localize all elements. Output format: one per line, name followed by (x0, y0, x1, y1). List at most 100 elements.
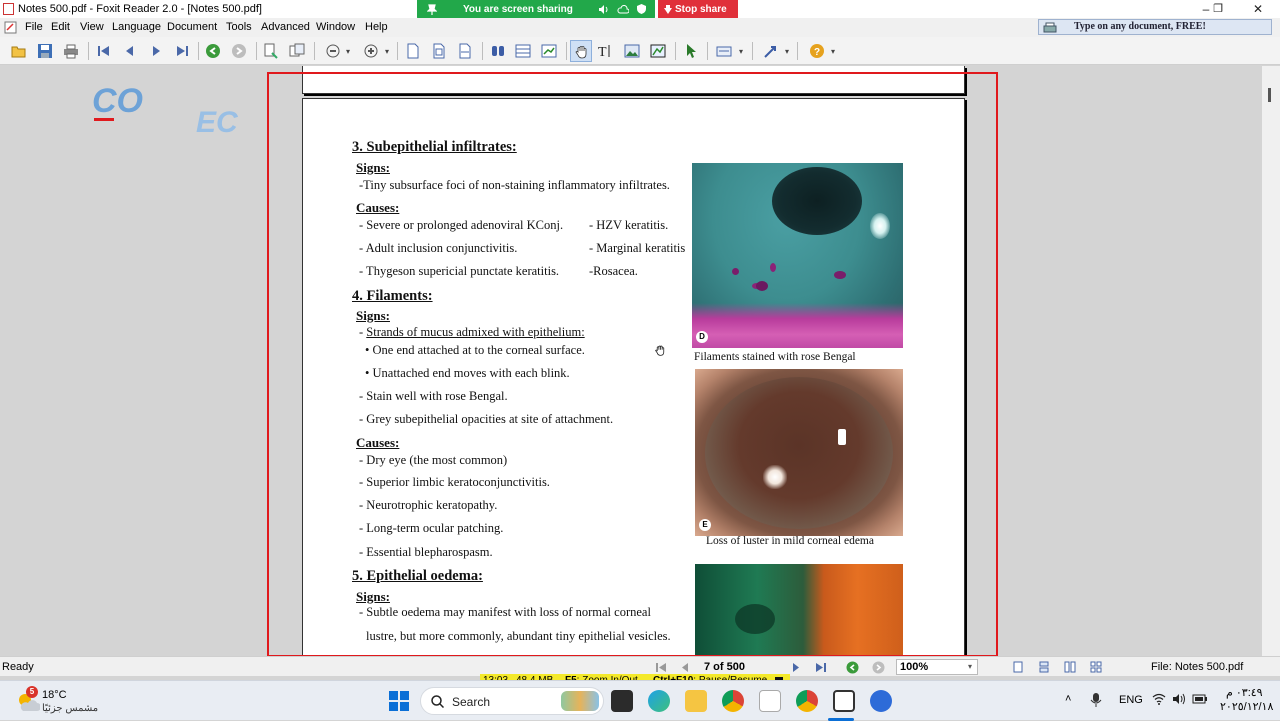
app-menu-icon[interactable] (4, 21, 17, 34)
clock-time[interactable]: ٠٣:٤٩ م (1226, 686, 1263, 699)
zoom-dropdown-icon: ▾ (968, 662, 973, 671)
vertical-scrollbar[interactable] (1262, 66, 1280, 656)
menu-tools[interactable]: Tools (226, 21, 252, 33)
previous-page-icon[interactable] (680, 662, 690, 673)
screen-sharing-bar: You are screen sharing (417, 0, 655, 19)
go-back-icon[interactable] (846, 661, 859, 674)
svg-text:?: ? (814, 47, 820, 58)
windows-start-icon[interactable] (389, 691, 409, 711)
taskbar-search[interactable]: Search (420, 687, 604, 715)
weather-widget[interactable]: 5 18°C مشمس جزئيًا (12, 686, 122, 717)
pin-icon[interactable] (427, 4, 437, 15)
ad-text: Type on any document, FREE! (1074, 21, 1206, 32)
zoom-out-icon[interactable] (325, 43, 341, 59)
page-indicator[interactable]: 7 of 500 (704, 661, 745, 673)
menu-document[interactable]: Document (167, 21, 217, 33)
close-button[interactable]: ✕ (1248, 2, 1268, 16)
open-icon[interactable] (11, 43, 27, 59)
menu-advanced[interactable]: Advanced (261, 21, 310, 33)
stop-share-button[interactable]: Stop share (658, 0, 738, 19)
help-icon[interactable]: ? (809, 43, 825, 59)
comment-tools-icon[interactable] (716, 43, 732, 59)
ad-banner[interactable]: Type on any document, FREE! (1038, 19, 1272, 35)
zoom-in-dropdown-icon[interactable]: ▾ (385, 47, 389, 56)
drawing-tools-icon[interactable] (763, 43, 779, 59)
wifi-icon[interactable] (1152, 693, 1166, 705)
zoom-app-icon[interactable] (870, 690, 892, 712)
chrome-icon[interactable] (722, 690, 744, 712)
stop-icon (664, 5, 672, 14)
single-page-view-icon[interactable] (515, 43, 531, 59)
menu-help[interactable]: Help (365, 21, 388, 33)
edge-browser-icon[interactable] (648, 690, 670, 712)
help-dropdown-icon[interactable]: ▾ (831, 47, 835, 56)
search-label: Search (452, 695, 491, 709)
extract-page-icon[interactable] (263, 43, 279, 59)
go-forward-icon[interactable] (872, 661, 885, 674)
first-page-icon[interactable] (96, 43, 112, 59)
menu-view[interactable]: View (80, 21, 104, 33)
status-bar: Ready 7 of 500 100% ▾ File: Notes 500.pd… (0, 656, 1280, 676)
hand-tool-button[interactable] (570, 40, 592, 62)
volume-icon[interactable] (1172, 693, 1186, 705)
file-explorer-icon[interactable] (685, 690, 707, 712)
fit-width-icon[interactable] (457, 43, 473, 59)
restore-button[interactable]: ❐ (1208, 2, 1228, 16)
notepad-icon[interactable] (833, 690, 855, 712)
facing-layout-icon[interactable] (1064, 661, 1076, 673)
save-icon[interactable] (37, 43, 53, 59)
actual-size-icon[interactable] (405, 43, 421, 59)
select-text-icon[interactable]: T (598, 43, 614, 59)
zoom-in-icon[interactable] (363, 43, 379, 59)
language-indicator[interactable]: ENG (1119, 694, 1143, 706)
cloud-icon[interactable] (617, 4, 629, 15)
search-icon (431, 695, 444, 708)
watermark-text-1: CO (92, 82, 143, 120)
previous-page-icon[interactable] (122, 43, 138, 59)
speaker-icon[interactable] (598, 4, 609, 15)
continuous-layout-icon[interactable] (1038, 661, 1050, 673)
chrome-profile-icon[interactable] (796, 690, 818, 712)
continuous-facing-layout-icon[interactable] (1090, 661, 1102, 673)
next-page-icon[interactable] (791, 662, 801, 673)
snapshot-tool-icon[interactable] (650, 43, 666, 59)
zoom-value: 100% (900, 661, 929, 673)
select-annotation-icon[interactable] (683, 43, 699, 59)
comment-tools-dropdown-icon[interactable]: ▾ (739, 47, 743, 56)
zoom-select[interactable]: 100% ▾ (896, 659, 978, 675)
clock-date[interactable]: ٢٠٢٥/١٢/١٨ (1220, 700, 1273, 713)
snapshot-icon[interactable] (289, 43, 305, 59)
continuous-view-icon[interactable] (541, 43, 557, 59)
drawing-tools-dropdown-icon[interactable]: ▾ (785, 47, 789, 56)
first-page-icon[interactable] (655, 662, 667, 673)
show-hidden-icons[interactable]: ˄ (1065, 693, 1071, 705)
go-back-icon[interactable] (205, 43, 221, 59)
last-page-icon[interactable] (815, 662, 827, 673)
select-image-icon[interactable] (624, 43, 640, 59)
print-icon[interactable] (63, 43, 79, 59)
weather-temp: 18°C (42, 689, 67, 701)
microphone-icon[interactable] (1090, 692, 1102, 708)
find-icon[interactable] (490, 43, 506, 59)
menu-edit[interactable]: Edit (51, 21, 70, 33)
shield-icon[interactable] (636, 3, 647, 15)
fit-page-icon[interactable] (431, 43, 447, 59)
menu-language[interactable]: Language (112, 21, 161, 33)
status-ready: Ready (2, 661, 34, 673)
weather-badge: 5 (26, 686, 38, 698)
typewriter-icon (1043, 22, 1057, 33)
battery-icon[interactable] (1192, 693, 1208, 705)
svg-text:T: T (598, 45, 607, 59)
last-page-icon[interactable] (174, 43, 190, 59)
go-forward-icon[interactable] (231, 43, 247, 59)
status-file-name: File: Notes 500.pdf (1151, 661, 1244, 673)
menu-window[interactable]: Window (316, 21, 355, 33)
menu-file[interactable]: File (25, 21, 43, 33)
zoom-out-dropdown-icon[interactable]: ▾ (346, 47, 350, 56)
terminal-icon[interactable] (611, 690, 633, 712)
scrollbar-thumb[interactable] (1268, 88, 1271, 102)
single-page-layout-icon[interactable] (1012, 661, 1024, 673)
search-highlight-icon (561, 691, 599, 711)
calculator-icon[interactable] (759, 690, 781, 712)
next-page-icon[interactable] (148, 43, 164, 59)
